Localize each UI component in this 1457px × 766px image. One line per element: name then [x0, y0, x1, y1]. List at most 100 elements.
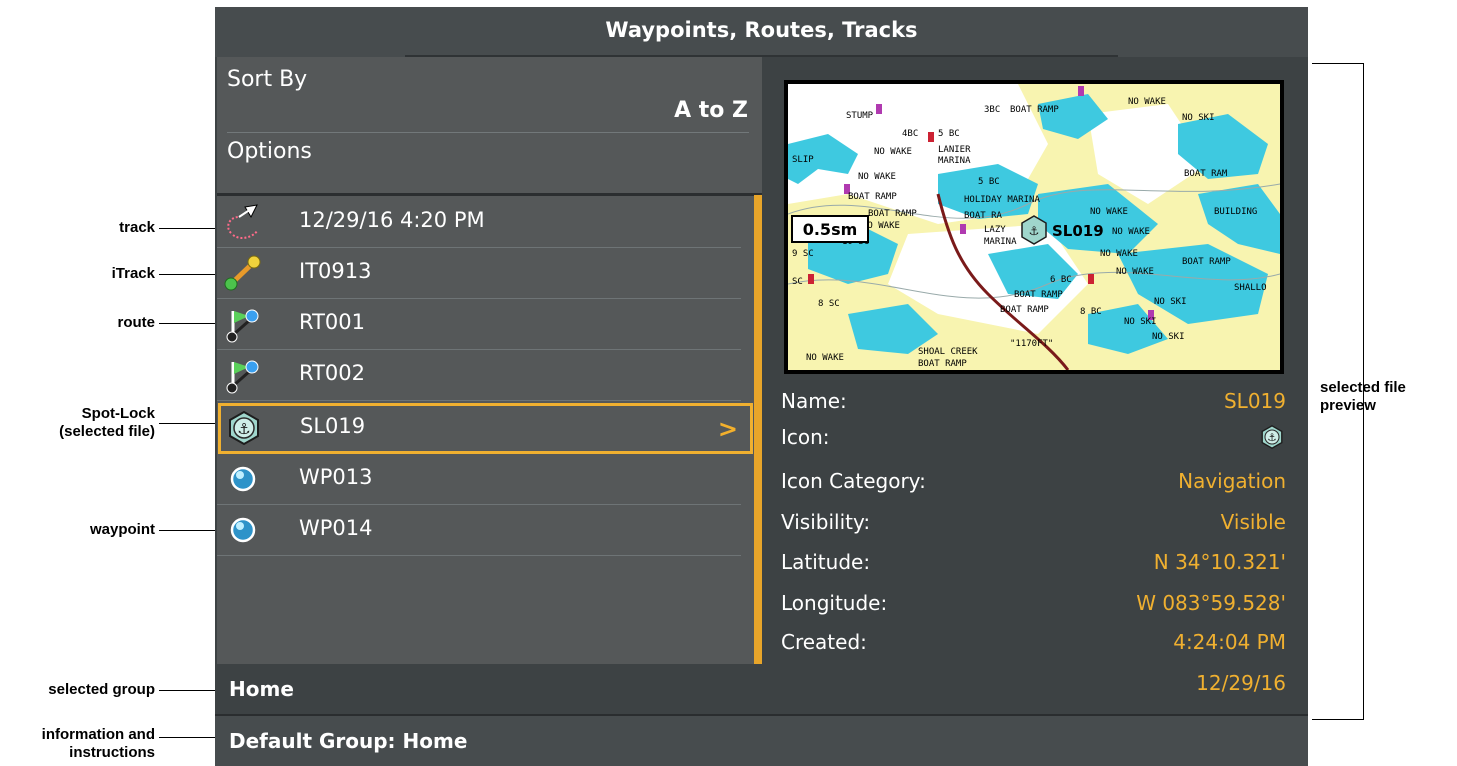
device-screen: Waypoints, Routes, Tracks Sort By A to Z… [215, 7, 1308, 766]
list-item[interactable]: 12/29/16 4:20 PM [217, 197, 741, 248]
callout-line-selected-group [159, 690, 223, 691]
map-label: 8 SC [818, 299, 840, 309]
options-menu-item[interactable]: Options [227, 139, 312, 164]
map-preview-frame: STUMP 3BC BOAT RAMP NO WAKE NO SKI 4BC 5… [784, 80, 1284, 374]
list-item[interactable]: RT001 [217, 299, 741, 350]
info-row-longitude: Longitude: W 083°59.528' [781, 591, 1286, 623]
map-label: NO WAKE [1090, 207, 1128, 217]
list-item-label: SL019 [300, 414, 366, 438]
menu-separator [227, 132, 749, 133]
sort-by-value[interactable]: A to Z [674, 98, 748, 123]
list-item-label: IT0913 [299, 259, 372, 283]
map-label: BOAT RAMP [1000, 305, 1049, 315]
map-label: 5 BC [938, 129, 960, 139]
info-value: N 34°10.321' [1153, 550, 1286, 574]
map-label: "1170FT" [1010, 339, 1053, 349]
map-label: BOAT RAMP [1182, 257, 1231, 267]
map-label: BOAT RAMP [868, 209, 917, 219]
map-label: NO WAKE [1116, 267, 1154, 277]
info-row-icon: Icon: ⚓ [781, 424, 1286, 457]
callout-line-track [159, 228, 223, 229]
callout-info: information and instructions [0, 726, 155, 762]
callout-itrack: iTrack [111, 265, 155, 282]
info-row-category: Icon Category: Navigation [781, 469, 1286, 501]
callout-line-waypoint [159, 530, 223, 531]
itrack-icon [224, 255, 261, 291]
info-key: Icon Category: [781, 469, 926, 493]
map-label: BOAT RAMP [918, 359, 967, 369]
svg-text:⚓: ⚓ [1267, 432, 1276, 444]
map-label: NO SKI [1152, 332, 1185, 342]
callout-preview-line1: selected file [1320, 379, 1406, 396]
list-item-label: RT001 [299, 310, 365, 334]
map-label: NO WAKE [858, 172, 896, 182]
map-label: NO SKI [1182, 113, 1215, 123]
chart-map-graphic: STUMP 3BC BOAT RAMP NO WAKE NO SKI 4BC 5… [788, 84, 1280, 370]
chevron-right-icon[interactable]: > [718, 415, 738, 443]
svg-text:⚓: ⚓ [1029, 224, 1040, 238]
info-key: Latitude: [781, 550, 871, 574]
callout-spotlock-line2: (selected file) [59, 423, 155, 440]
preview-bracket-bottom [1312, 719, 1364, 720]
callout-waypoint: waypoint [89, 521, 155, 538]
chart-map[interactable]: STUMP 3BC BOAT RAMP NO WAKE NO SKI 4BC 5… [788, 84, 1280, 370]
row-separator [217, 555, 741, 556]
row-separator [217, 400, 741, 401]
map-label: BOAT RAM [1184, 169, 1228, 179]
scale-label: 0.5sm [803, 220, 858, 239]
map-label: NO WAKE [1112, 227, 1150, 237]
callout-info-line1: information and [41, 726, 155, 743]
map-label: MARINA [984, 237, 1017, 247]
route-icon [226, 360, 259, 394]
callout-line-info [159, 737, 223, 738]
list-item[interactable]: RT002 [217, 350, 741, 401]
map-label: 6 BC [1050, 275, 1072, 285]
map-label: MARINA [938, 156, 971, 166]
list-item-label: RT002 [299, 361, 365, 385]
info-row-visibility: Visibility: Visible [781, 510, 1286, 542]
callout-line-route [159, 323, 223, 324]
spot-lock-icon: ⚓ [1261, 424, 1283, 450]
map-label: BOAT RAMP [848, 192, 897, 202]
map-label: LANIER [938, 145, 971, 155]
list-scrollbar[interactable] [754, 195, 762, 664]
list-item[interactable]: WP014 [217, 505, 741, 556]
map-label: NO SKI [1154, 297, 1187, 307]
callout-track: track [119, 219, 155, 236]
callout-line-itrack [159, 274, 223, 275]
info-row-latitude: Latitude: N 34°10.321' [781, 550, 1286, 582]
list-item-label: 12/29/16 4:20 PM [299, 208, 485, 232]
sort-by-label[interactable]: Sort By [227, 67, 307, 92]
menu-divider [217, 193, 762, 196]
window-title: Waypoints, Routes, Tracks [605, 18, 918, 42]
info-key: Created: [781, 630, 867, 654]
map-label: SC [792, 277, 803, 287]
callout-route: route [117, 314, 156, 331]
list-item[interactable]: IT0913 [217, 248, 741, 299]
info-row-created: Created: 4:24:04 PM [781, 630, 1286, 662]
info-bar: Default Group: Home [215, 714, 1308, 766]
callout-spotlock: Spot-Lock (selected file) [0, 405, 155, 441]
info-key: Visibility: [781, 510, 871, 534]
map-label: 3BC [984, 105, 1000, 115]
callout-line-spotlock [159, 423, 221, 424]
map-label: SHALLO [1234, 283, 1267, 293]
info-key: Name: [781, 389, 847, 413]
file-list-pane: Sort By A to Z Options 12/29/16 4:20 PM … [217, 57, 762, 664]
map-label: 8 BC [1080, 307, 1102, 317]
preview-bracket-top [1312, 63, 1364, 64]
spot-lock-icon: ⚓ [229, 410, 259, 446]
list-item-selected[interactable]: ⚓ SL019 > [218, 403, 753, 454]
preview-pane: STUMP 3BC BOAT RAMP NO WAKE NO SKI 4BC 5… [764, 57, 1308, 714]
map-label: LAZY [984, 225, 1006, 235]
map-label: NO WAKE [1100, 249, 1138, 259]
info-row-name: Name: SL019 [781, 389, 1286, 421]
map-label: 5 BC [978, 177, 1000, 187]
map-label: NO WAKE [1128, 97, 1166, 107]
list-item[interactable]: WP013 [217, 454, 741, 505]
map-label: SLIP [792, 155, 814, 165]
callout-preview-line2: preview [1320, 397, 1376, 414]
info-value: 12/29/16 [1196, 671, 1286, 695]
selected-group-bar[interactable]: Home [217, 664, 762, 714]
map-label: BOAT RA [964, 211, 1003, 221]
